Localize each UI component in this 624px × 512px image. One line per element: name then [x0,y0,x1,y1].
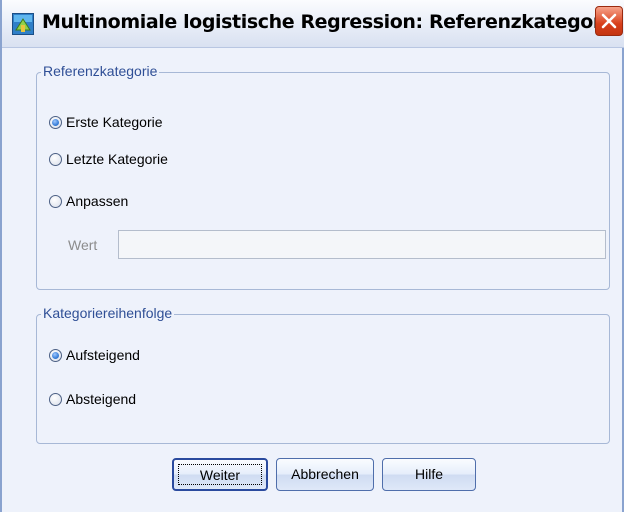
radio-custom-label: Anpassen [66,193,129,209]
help-button[interactable]: Hilfe [382,458,476,491]
continue-button[interactable]: Weiter [172,458,268,491]
radio-last-category[interactable]: Letzte Kategorie [49,151,168,167]
radio-ascending[interactable]: Aufsteigend [49,347,140,363]
radio-indicator[interactable] [49,194,62,208]
radio-first-category[interactable]: Erste Kategorie [49,114,163,130]
value-input[interactable] [118,230,606,259]
radio-ascending-label: Aufsteigend [66,347,140,363]
title-bar[interactable]: Multinomiale logistische Regression: Ref… [2,0,624,48]
radio-custom[interactable]: Anpassen [49,193,128,209]
help-button-label: Hilfe [414,466,443,482]
radio-indicator[interactable] [49,152,62,166]
radio-indicator-checked[interactable] [49,115,62,129]
reference-category-legend: Referenzkategorie [41,63,160,79]
radio-descending-label: Absteigend [66,391,137,407]
category-order-group: Kategoriereihenfolge [36,305,610,444]
category-order-legend: Kategoriereihenfolge [41,305,175,321]
dialog-title: Multinomiale logistische Regression: Ref… [42,11,621,33]
radio-indicator[interactable] [49,392,62,406]
close-button[interactable] [595,6,623,36]
spss-dialog-icon [12,13,34,35]
value-field-label: Wert [68,237,98,253]
cancel-button[interactable]: Abbrechen [276,458,374,491]
radio-first-category-label: Erste Kategorie [66,114,163,130]
radio-last-category-label: Letzte Kategorie [66,151,168,167]
cancel-button-label: Abbrechen [291,466,359,482]
radio-descending[interactable]: Absteigend [49,391,136,407]
continue-button-label: Weiter [199,467,241,483]
radio-indicator-checked[interactable] [49,348,62,362]
close-icon [601,13,617,29]
dialog-window: Multinomiale logistische Regression: Ref… [0,0,624,512]
